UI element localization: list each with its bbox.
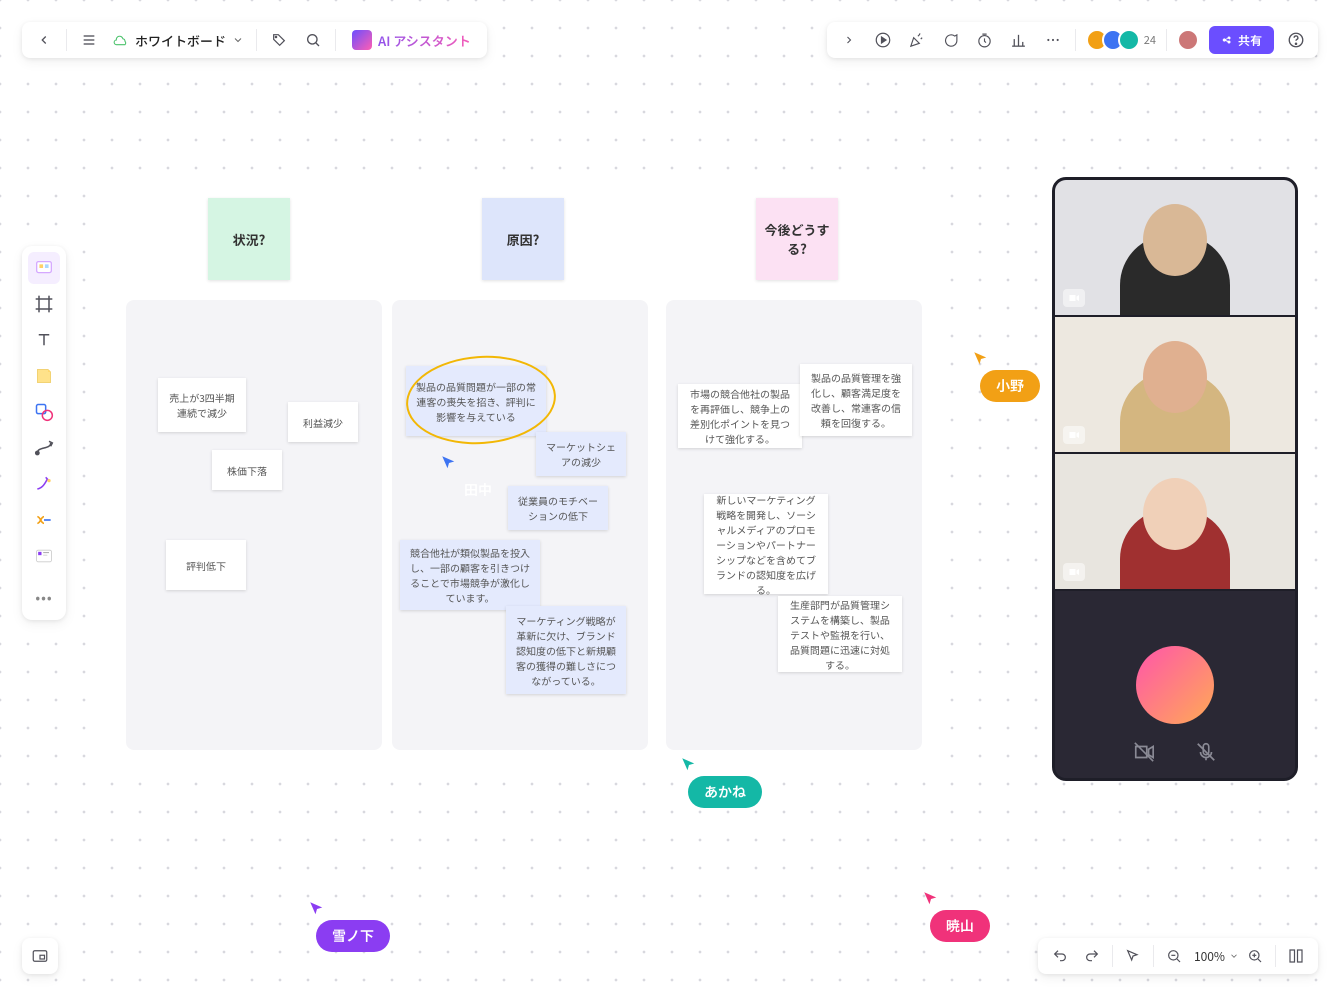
sticky-note[interactable]: 競合他社が類似製品を投入し、一部の顧客を引きつけることで市場競争が激化しています… [400, 540, 540, 610]
sticky-note[interactable]: 株価下落 [212, 450, 282, 490]
camera-off-button[interactable] [1133, 741, 1155, 763]
share-label: 共有 [1238, 32, 1262, 49]
sticky-note[interactable]: 生産部門が品質管理システムを構築し、製品テストや監視を行い、品質問題に迅速に対処… [778, 596, 902, 672]
chevron-down-icon[interactable] [1229, 951, 1239, 961]
pointer-tool[interactable] [1117, 940, 1149, 972]
play-button[interactable] [867, 24, 899, 56]
pen-tool[interactable] [28, 468, 60, 500]
help-button[interactable] [1280, 24, 1312, 56]
divider [1166, 29, 1167, 51]
templates-tool[interactable] [28, 252, 60, 284]
chevron-down-icon [232, 34, 244, 46]
zoom-in-button[interactable] [1239, 940, 1271, 972]
cursor-akane: あかね [680, 756, 762, 808]
sticky-note[interactable]: 従業員のモチベーションの低下 [508, 486, 608, 530]
redo-button[interactable] [1076, 940, 1108, 972]
cursor-yukinoshita: 雪ノ下 [308, 900, 390, 952]
ai-label: AI アシスタント [378, 31, 471, 50]
video-call-panel [1052, 177, 1298, 781]
whiteboard-frame[interactable]: 状況? 原因? 今後どうする? 売上が3四半期連続で減少 利益減少 株価下落 評… [108, 180, 946, 780]
header-situation[interactable]: 状況? [208, 198, 290, 280]
divider [256, 29, 257, 51]
divider [335, 29, 336, 51]
text-tool[interactable] [28, 324, 60, 356]
self-avatar[interactable] [1177, 29, 1199, 51]
sticky-note[interactable]: 利益減少 [288, 402, 358, 442]
ai-logo-icon [352, 30, 372, 50]
card-tool[interactable] [28, 540, 60, 572]
search-button[interactable] [297, 24, 329, 56]
frame-tool[interactable] [28, 288, 60, 320]
sticky-note[interactable]: 新しいマーケティング戦略を開発し、ソーシャルメディアのプロモーションやパートナー… [704, 494, 828, 594]
header-cause[interactable]: 原因? [482, 198, 564, 280]
sticky-note[interactable]: マーケティング戦略が革新に欠け、ブランド認知度の低下と新規顧客の獲得の難しさにつ… [506, 606, 626, 694]
divider [1153, 945, 1154, 967]
mindmap-tool[interactable] [28, 504, 60, 536]
collapse-button[interactable] [833, 24, 865, 56]
celebrate-button[interactable] [901, 24, 933, 56]
sticky-tool[interactable] [28, 360, 60, 392]
board-title-text: ホワイトボード [135, 31, 226, 50]
ai-assistant-button[interactable]: AI アシスタント [342, 24, 481, 56]
zoom-level[interactable]: 100% [1190, 948, 1229, 965]
share-icon [1221, 34, 1233, 46]
page-list-button[interactable] [1280, 940, 1312, 972]
video-self[interactable] [1055, 591, 1295, 778]
cursor-tanaka: 田中 [440, 454, 508, 506]
header-action[interactable]: 今後どうする? [756, 198, 838, 280]
bottom-right-toolbar: 100% [1038, 938, 1318, 974]
share-button[interactable]: 共有 [1209, 26, 1274, 54]
video-participant-2[interactable] [1055, 317, 1295, 454]
menu-button[interactable] [73, 24, 105, 56]
video-participant-1[interactable] [1055, 180, 1295, 317]
top-right-toolbar: 24 共有 [827, 22, 1318, 58]
avatar-count: 24 [1144, 32, 1156, 48]
back-button[interactable] [28, 24, 60, 56]
divider [66, 29, 67, 51]
sticky-note[interactable]: 市場の競合他社の製品を再評価し、競争上の差別化ポイントを見つけて強化する。 [678, 384, 802, 448]
cursor-akiyama: 暁山 [922, 890, 990, 942]
top-left-toolbar: ホワイトボード AI アシスタント [22, 22, 487, 58]
avatar [1118, 29, 1140, 51]
camera-icon [1063, 426, 1085, 444]
tag-button[interactable] [263, 24, 295, 56]
divider [1275, 945, 1276, 967]
collaborator-avatars[interactable]: 24 [1082, 29, 1160, 51]
sticky-note[interactable]: 評判低下 [166, 540, 246, 590]
video-participant-3[interactable] [1055, 454, 1295, 591]
divider [1075, 29, 1076, 51]
undo-button[interactable] [1044, 940, 1076, 972]
sticky-note[interactable]: マーケットシェアの減少 [536, 432, 626, 476]
camera-icon [1063, 289, 1085, 307]
comment-button[interactable] [935, 24, 967, 56]
divider [1112, 945, 1113, 967]
zoom-out-button[interactable] [1158, 940, 1190, 972]
board-title[interactable]: ホワイトボード [107, 31, 250, 50]
left-toolbar: ••• [22, 246, 66, 620]
mic-off-button[interactable] [1195, 741, 1217, 763]
column-situation[interactable] [126, 300, 382, 750]
more-button[interactable] [1037, 24, 1069, 56]
camera-icon [1063, 563, 1085, 581]
cloud-icon [113, 32, 129, 48]
sticky-note[interactable]: 売上が3四半期連続で減少 [158, 378, 246, 432]
timer-button[interactable] [969, 24, 1001, 56]
cursor-ono: 小野 [972, 350, 1040, 402]
chart-button[interactable] [1003, 24, 1035, 56]
connector-tool[interactable] [28, 432, 60, 464]
self-avatar-circle [1136, 646, 1214, 724]
minimap-toggle[interactable] [22, 938, 58, 974]
shape-tool[interactable] [28, 396, 60, 428]
more-tools[interactable]: ••• [28, 582, 60, 614]
sticky-note[interactable]: 製品の品質管理を強化し、顧客満足度を改善し、常連客の信頼を回復する。 [800, 364, 912, 436]
